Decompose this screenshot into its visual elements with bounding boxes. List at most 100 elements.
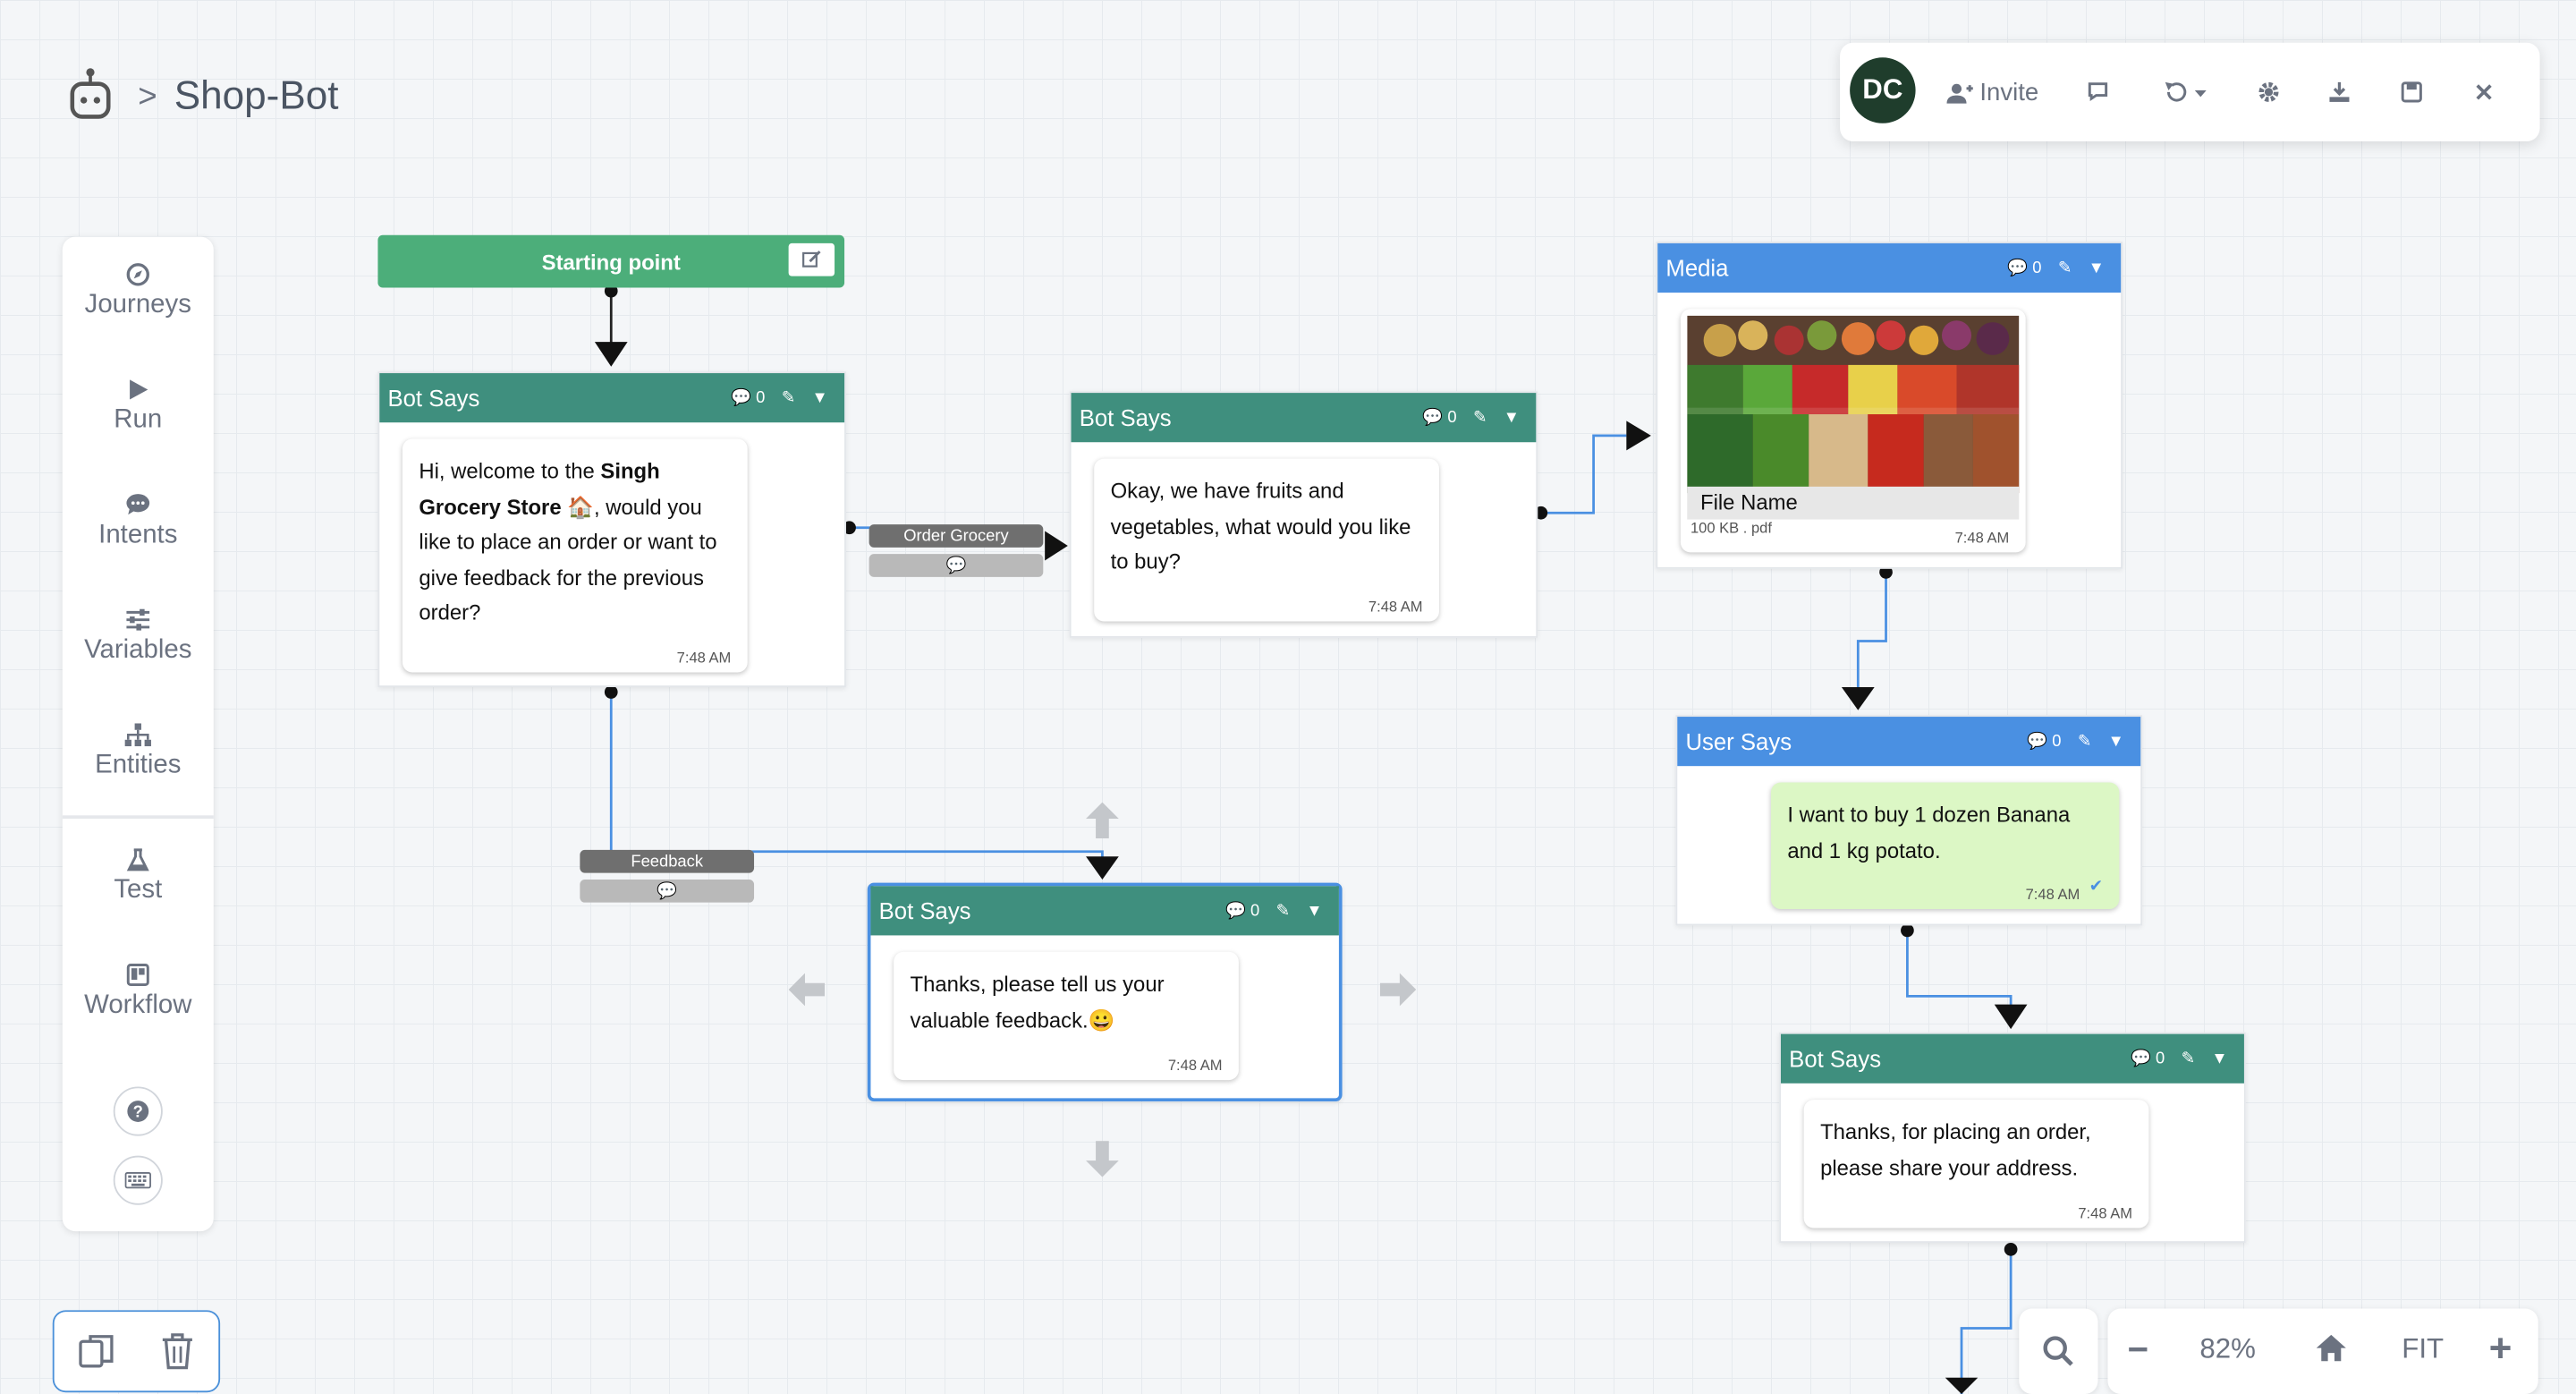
sidebar-item-journeys[interactable]: Journeys (63, 263, 214, 320)
comment-icon: 💬 (1422, 408, 1444, 427)
bot-says-node[interactable]: Bot Says 💬 0 ✎ ▼ Okay, we have fruits an… (1069, 391, 1538, 638)
double-check-icon: ✔ (2089, 877, 2103, 896)
node-type-label: Media (1665, 254, 1729, 282)
history-icon[interactable] (2156, 72, 2218, 112)
svg-text:?: ? (133, 1101, 143, 1120)
comment-count[interactable]: 💬 0 (2027, 733, 2061, 751)
trash-icon[interactable] (159, 1331, 195, 1379)
comment-count[interactable]: 💬 0 (1422, 409, 1456, 427)
save-icon[interactable] (2392, 72, 2431, 112)
add-user-icon (1946, 82, 1973, 103)
chevron-down-icon[interactable]: ▼ (1504, 409, 1520, 427)
node-header: Bot Says 💬 0 ✎ ▼ (1780, 1033, 2244, 1084)
arrow-left-icon[interactable] (788, 973, 826, 1007)
zoom-out-button[interactable]: − (2128, 1329, 2149, 1372)
invite-label: Invite (1979, 78, 2039, 106)
message-bubble: I want to buy 1 dozen Banana and 1 kg po… (1770, 782, 2120, 910)
message-text: Thanks, for placing an order, please sha… (1820, 1119, 2091, 1180)
sliders-icon (126, 608, 150, 631)
zoom-in-button[interactable]: + (2489, 1327, 2512, 1373)
compass-icon (126, 263, 149, 286)
node-header: Bot Says 💬 0 ✎ ▼ (870, 886, 1339, 936)
sitemap-icon (124, 723, 151, 747)
node-type-label: Bot Says (387, 384, 480, 412)
edit-icon[interactable]: ✎ (2058, 259, 2072, 276)
close-icon[interactable] (2464, 72, 2504, 112)
sidebar-item-run[interactable]: Run (63, 378, 214, 436)
bot-says-node[interactable]: Bot Says 💬 0 ✎ ▼ Hi, welcome to the Sing… (377, 371, 846, 687)
edit-icon[interactable]: ✎ (1276, 902, 1290, 920)
edit-icon[interactable] (788, 242, 835, 276)
message-timestamp: 7:48 AM (1954, 529, 2010, 546)
message-timestamp: 7:48 AM (676, 649, 732, 667)
node-header: Bot Says 💬 0 ✎ ▼ (379, 373, 845, 423)
node-type-label: User Says (1685, 727, 1792, 755)
starting-point-node[interactable]: Starting point (377, 234, 845, 288)
keyboard-icon (124, 1171, 151, 1189)
chevron-down-icon[interactable]: ▼ (812, 389, 828, 407)
search-button[interactable] (2019, 1308, 2098, 1394)
fit-button[interactable]: FIT (2402, 1333, 2444, 1366)
arrow-down-icon[interactable] (1086, 1141, 1119, 1177)
sidebar-item-entities[interactable]: Entities (63, 723, 214, 780)
bot-says-node[interactable]: Bot Says 💬 0 ✎ ▼ Thanks, for placing an … (1779, 1032, 2246, 1243)
edge-label-order-grocery[interactable]: Order Grocery (869, 524, 1044, 548)
chevron-down-icon[interactable]: ▼ (1306, 902, 1322, 920)
edge-comment-button[interactable]: 💬 (580, 879, 755, 903)
comment-icon: 💬 (2131, 1050, 2151, 1068)
media-node[interactable]: Media 💬 0 ✎ ▼ File Name 100 KB . pdf 7:4… (1656, 242, 2123, 569)
edge-comment-button[interactable]: 💬 (869, 554, 1044, 577)
message-text: Thanks, please tell us your valuable fee… (910, 971, 1165, 1032)
invite-button[interactable]: Invite (1942, 72, 2044, 112)
edit-icon[interactable]: ✎ (2078, 733, 2091, 751)
comment-count[interactable]: 💬 0 (1225, 902, 1259, 920)
message-text: Hi, welcome to the (419, 458, 601, 484)
comment-count-value: 0 (2032, 259, 2042, 277)
message-bubble: Thanks, please tell us your valuable fee… (894, 951, 1239, 1081)
edge-label-feedback[interactable]: Feedback (580, 849, 755, 873)
arrow-right-icon[interactable] (1379, 973, 1417, 1007)
sidebar-item-label: Variables (84, 636, 192, 665)
comment-count[interactable]: 💬 0 (731, 389, 765, 407)
chevron-down-icon[interactable]: ▼ (2089, 259, 2105, 276)
comment-icon: 💬 (2027, 732, 2048, 751)
comment-count[interactable]: 💬 0 (2131, 1050, 2165, 1067)
top-toolbar: DC Invite (1840, 42, 2540, 142)
node-type-label: Bot Says (1079, 404, 1172, 431)
copy-icon[interactable] (77, 1331, 116, 1379)
sidebar-item-test[interactable]: Test (63, 848, 214, 905)
comment-count[interactable]: 💬 0 (2007, 259, 2041, 276)
message-timestamp: 7:48 AM (1167, 1057, 1223, 1074)
edit-icon[interactable]: ✎ (2182, 1050, 2195, 1067)
arrow-up-icon[interactable] (1086, 802, 1119, 839)
chevron-down-icon[interactable]: ▼ (2211, 1050, 2227, 1067)
search-icon (2043, 1336, 2073, 1366)
sidebar-item-label: Workflow (84, 990, 192, 1020)
media-bubble: File Name 100 KB . pdf 7:48 AM (1680, 309, 2026, 553)
user-says-node[interactable]: User Says 💬 0 ✎ ▼ I want to buy 1 dozen … (1675, 715, 2143, 926)
help-button[interactable]: ? (113, 1086, 163, 1136)
chat-icon[interactable] (2080, 72, 2119, 112)
download-icon[interactable] (2319, 72, 2359, 112)
chevron-down-icon[interactable]: ▼ (2108, 733, 2124, 751)
bot-logo-icon[interactable] (65, 65, 114, 121)
help-icon: ? (127, 1101, 149, 1122)
bot-says-node-selected[interactable]: Bot Says 💬 0 ✎ ▼ Thanks, please tell us … (867, 882, 1343, 1101)
home-icon[interactable] (2315, 1333, 2348, 1371)
comment-icon: 💬 (2007, 259, 2029, 277)
sidebar-item-intents[interactable]: Intents (63, 493, 214, 550)
edit-icon[interactable]: ✎ (1473, 409, 1487, 427)
selection-tools (52, 1310, 221, 1393)
flask-icon (126, 848, 149, 871)
edit-icon[interactable]: ✎ (782, 389, 795, 407)
comment-icon: 💬 (1225, 901, 1246, 920)
comment-count-value: 0 (756, 388, 766, 407)
comment-count-value: 0 (2052, 732, 2062, 751)
sidebar-item-variables[interactable]: Variables (63, 608, 214, 666)
keyboard-shortcuts-button[interactable] (113, 1155, 163, 1205)
settings-icon[interactable] (2249, 72, 2288, 112)
sidebar-item-label: Journeys (84, 291, 191, 319)
sidebar-item-workflow[interactable]: Workflow (63, 964, 214, 1021)
grocery-image (1687, 315, 2020, 494)
avatar[interactable]: DC (1850, 57, 1916, 123)
